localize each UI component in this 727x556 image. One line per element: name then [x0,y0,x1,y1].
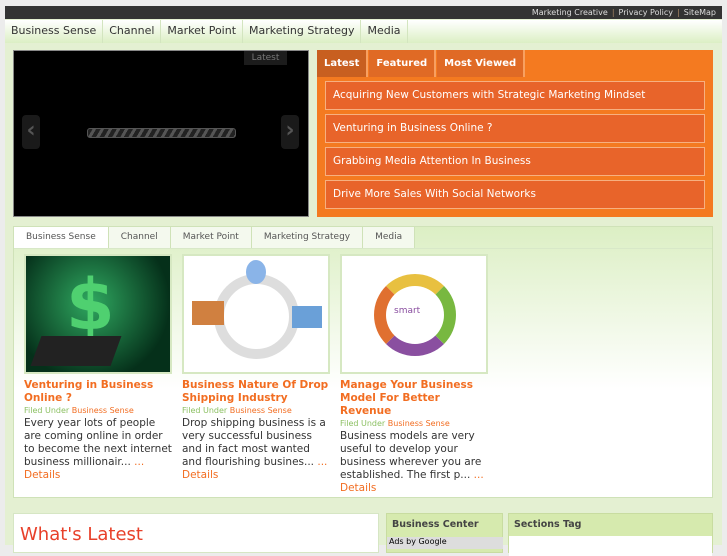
post-category[interactable]: Business Sense [230,406,292,415]
tab-featured[interactable]: Featured [369,50,437,77]
ads-by-google[interactable]: Ads by Google [387,537,503,549]
link-privacy-policy[interactable]: Privacy Policy [619,8,674,17]
link-marketing-creative[interactable]: Marketing Creative [532,8,608,17]
business-center-box: Business Center Ads by Google [386,513,503,553]
post-excerpt: Every year lots of people are coming onl… [24,417,172,468]
tab-media[interactable]: Media [363,227,416,248]
slider-label: Latest [244,51,287,65]
tab-business-sense[interactable]: Business Sense [14,227,109,248]
featured-item[interactable]: Grabbing Media Attention In Business [325,147,705,176]
category-box: Business Sense Channel Market Point Mark… [13,226,713,498]
whats-latest-box: What's Latest [13,513,379,553]
nav-market-point[interactable]: Market Point [161,20,244,43]
loading-bar [87,128,236,138]
tab-marketing-strategy[interactable]: Marketing Strategy [251,227,364,248]
top-bar: Marketing Creative | Privacy Policy | SiteMa… [5,6,722,19]
tab-latest[interactable]: Latest [317,50,369,77]
business-center-heading: Business Center [392,519,479,530]
post-card: smart Manage Your Business Model For Bet… [340,254,490,495]
tab-most-viewed[interactable]: Most Viewed [437,50,526,77]
image-slider: Latest ‹ › [13,50,309,217]
post-title[interactable]: Business Nature Of Drop Shipping Industr… [182,379,332,405]
prev-arrow-icon[interactable]: ‹ [22,115,40,149]
post-thumbnail[interactable] [182,254,330,374]
nav-business-sense[interactable]: Business Sense [5,20,104,43]
nav-media[interactable]: Media [361,20,408,43]
filed-under-label: Filed Under [182,406,228,415]
post-category[interactable]: Business Sense [388,419,450,428]
post-title[interactable]: Manage Your Business Model For Better Re… [340,379,490,418]
next-arrow-icon[interactable]: › [281,115,299,149]
featured-item[interactable]: Drive More Sales With Social Networks [325,180,705,209]
nav-channel[interactable]: Channel [103,20,162,43]
sections-tag-heading: Sections Tag [514,519,582,530]
featured-panel: Latest Featured Most Viewed Acquiring Ne… [317,50,713,217]
filed-under-label: Filed Under [340,419,386,428]
post-thumbnail[interactable]: smart [340,254,488,374]
featured-item[interactable]: Venturing in Business Online ? [325,114,705,143]
nav-marketing-strategy[interactable]: Marketing Strategy [243,20,362,43]
post-thumbnail[interactable]: $ [24,254,172,374]
sections-tag-box: Sections Tag [508,513,713,556]
filed-under-label: Filed Under [24,406,70,415]
link-sitemap[interactable]: SiteMap [684,8,716,17]
featured-item[interactable]: Acquiring New Customers with Strategic M… [325,81,705,110]
main-nav: Business Sense Channel Market Point Mark… [5,20,722,43]
post-title[interactable]: Venturing in Business Online ? [24,379,174,405]
whats-latest-heading: What's Latest [20,524,143,545]
page: Marketing Creative | Privacy Policy | SiteMa… [5,6,722,556]
post-excerpt: Drop shipping business is a very success… [182,417,326,468]
post-category[interactable]: Business Sense [72,406,134,415]
tab-channel[interactable]: Channel [108,227,171,248]
post-excerpt: Business models are very useful to devel… [340,430,482,481]
tab-market-point[interactable]: Market Point [170,227,252,248]
post-card: $ Venturing in Business Online ? Filed U… [24,254,174,482]
post-card: Business Nature Of Drop Shipping Industr… [182,254,332,482]
